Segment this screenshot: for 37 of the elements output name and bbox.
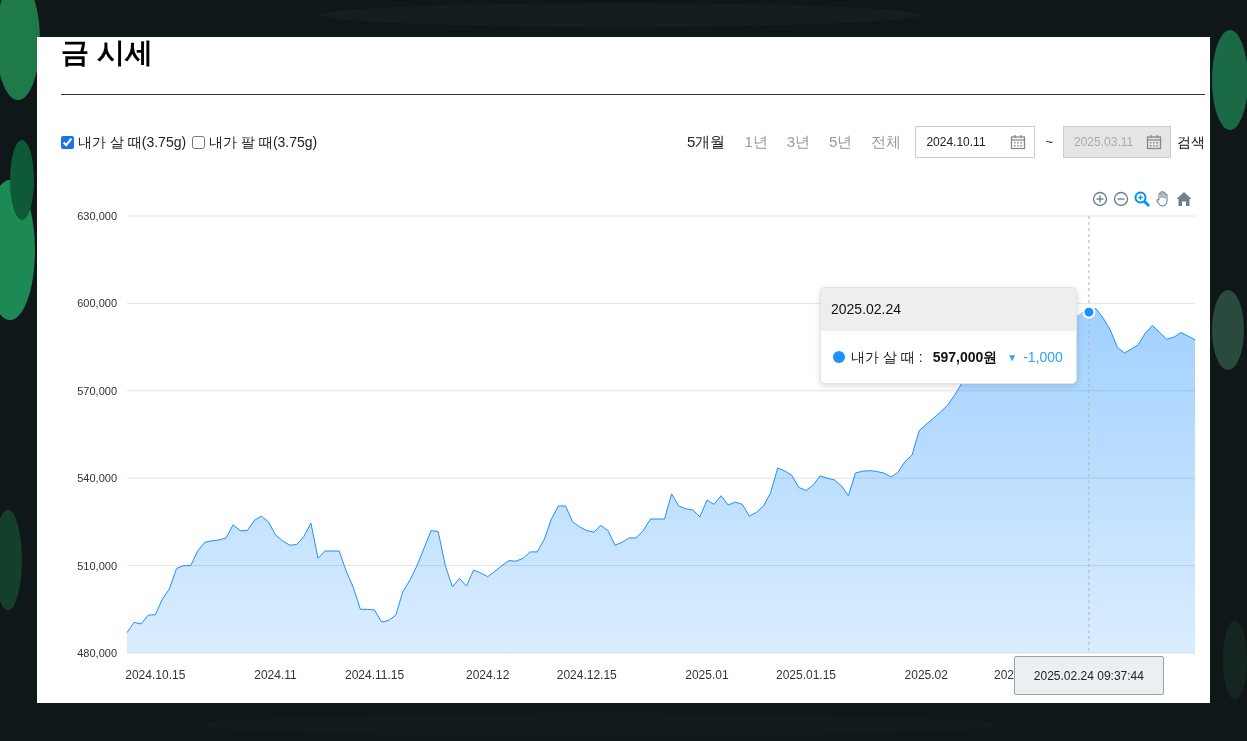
checkbox[interactable] [192, 135, 206, 149]
y-axis-label: 570,000 [77, 384, 117, 397]
period-tab[interactable]: 5개월 [687, 130, 726, 154]
calendar-icon[interactable] [1010, 134, 1027, 150]
x-axis-label: 2024.12.15 [556, 668, 617, 682]
x-axis-label: 2024.11 [254, 668, 297, 682]
date-field[interactable]: 2024.10.11 [915, 126, 1036, 158]
home-icon[interactable] [1175, 190, 1193, 208]
tooltip-date: 2025.02.24 [821, 288, 1076, 331]
x-axis-label: 2025.01.15 [775, 668, 836, 682]
change-arrow: ▼ [1007, 350, 1018, 365]
x-axis-label: 2024.12 [466, 668, 510, 682]
x-axis-label: 202 [994, 668, 1015, 682]
x-axis-label: 2024.10.15 [125, 668, 186, 682]
crosshair-date-label: 2025.02.24 09:37:44 [1013, 656, 1164, 695]
y-axis-label: 600,000 [77, 297, 117, 310]
y-axis-label: 510,000 [77, 559, 117, 572]
checkbox[interactable] [61, 135, 74, 149]
magnifier-icon[interactable] [1133, 190, 1151, 208]
tooltip-value: 597,000원 [932, 347, 998, 367]
tooltip-label: 내가 살 때 [851, 347, 915, 367]
search-button[interactable]: 검색 [1177, 131, 1205, 153]
zoom-out-icon[interactable] [1112, 190, 1130, 208]
x-axis-label: 2024.11.15 [344, 668, 405, 682]
tooltip-change: -1,000 [1023, 347, 1063, 367]
x-axis-label: 2025.02 [904, 668, 948, 682]
data-point-marker [1082, 305, 1096, 319]
y-axis-label: 630,000 [77, 210, 117, 222]
zoom-in-icon[interactable] [1091, 190, 1109, 208]
y-axis-label: 540,000 [77, 472, 117, 485]
x-axis-label: 2025.01 [685, 668, 729, 682]
checkbox-label[interactable]: 내가 살 때(3.75g) [78, 131, 187, 153]
tooltip-separator: : [918, 347, 923, 367]
checkbox-label[interactable]: 내가 팔 때(3.75g) [209, 131, 318, 153]
y-axis-label: 480,000 [77, 647, 117, 659]
page-title: 금 시세 [61, 37, 154, 68]
range-separator: ~ [1045, 133, 1053, 152]
